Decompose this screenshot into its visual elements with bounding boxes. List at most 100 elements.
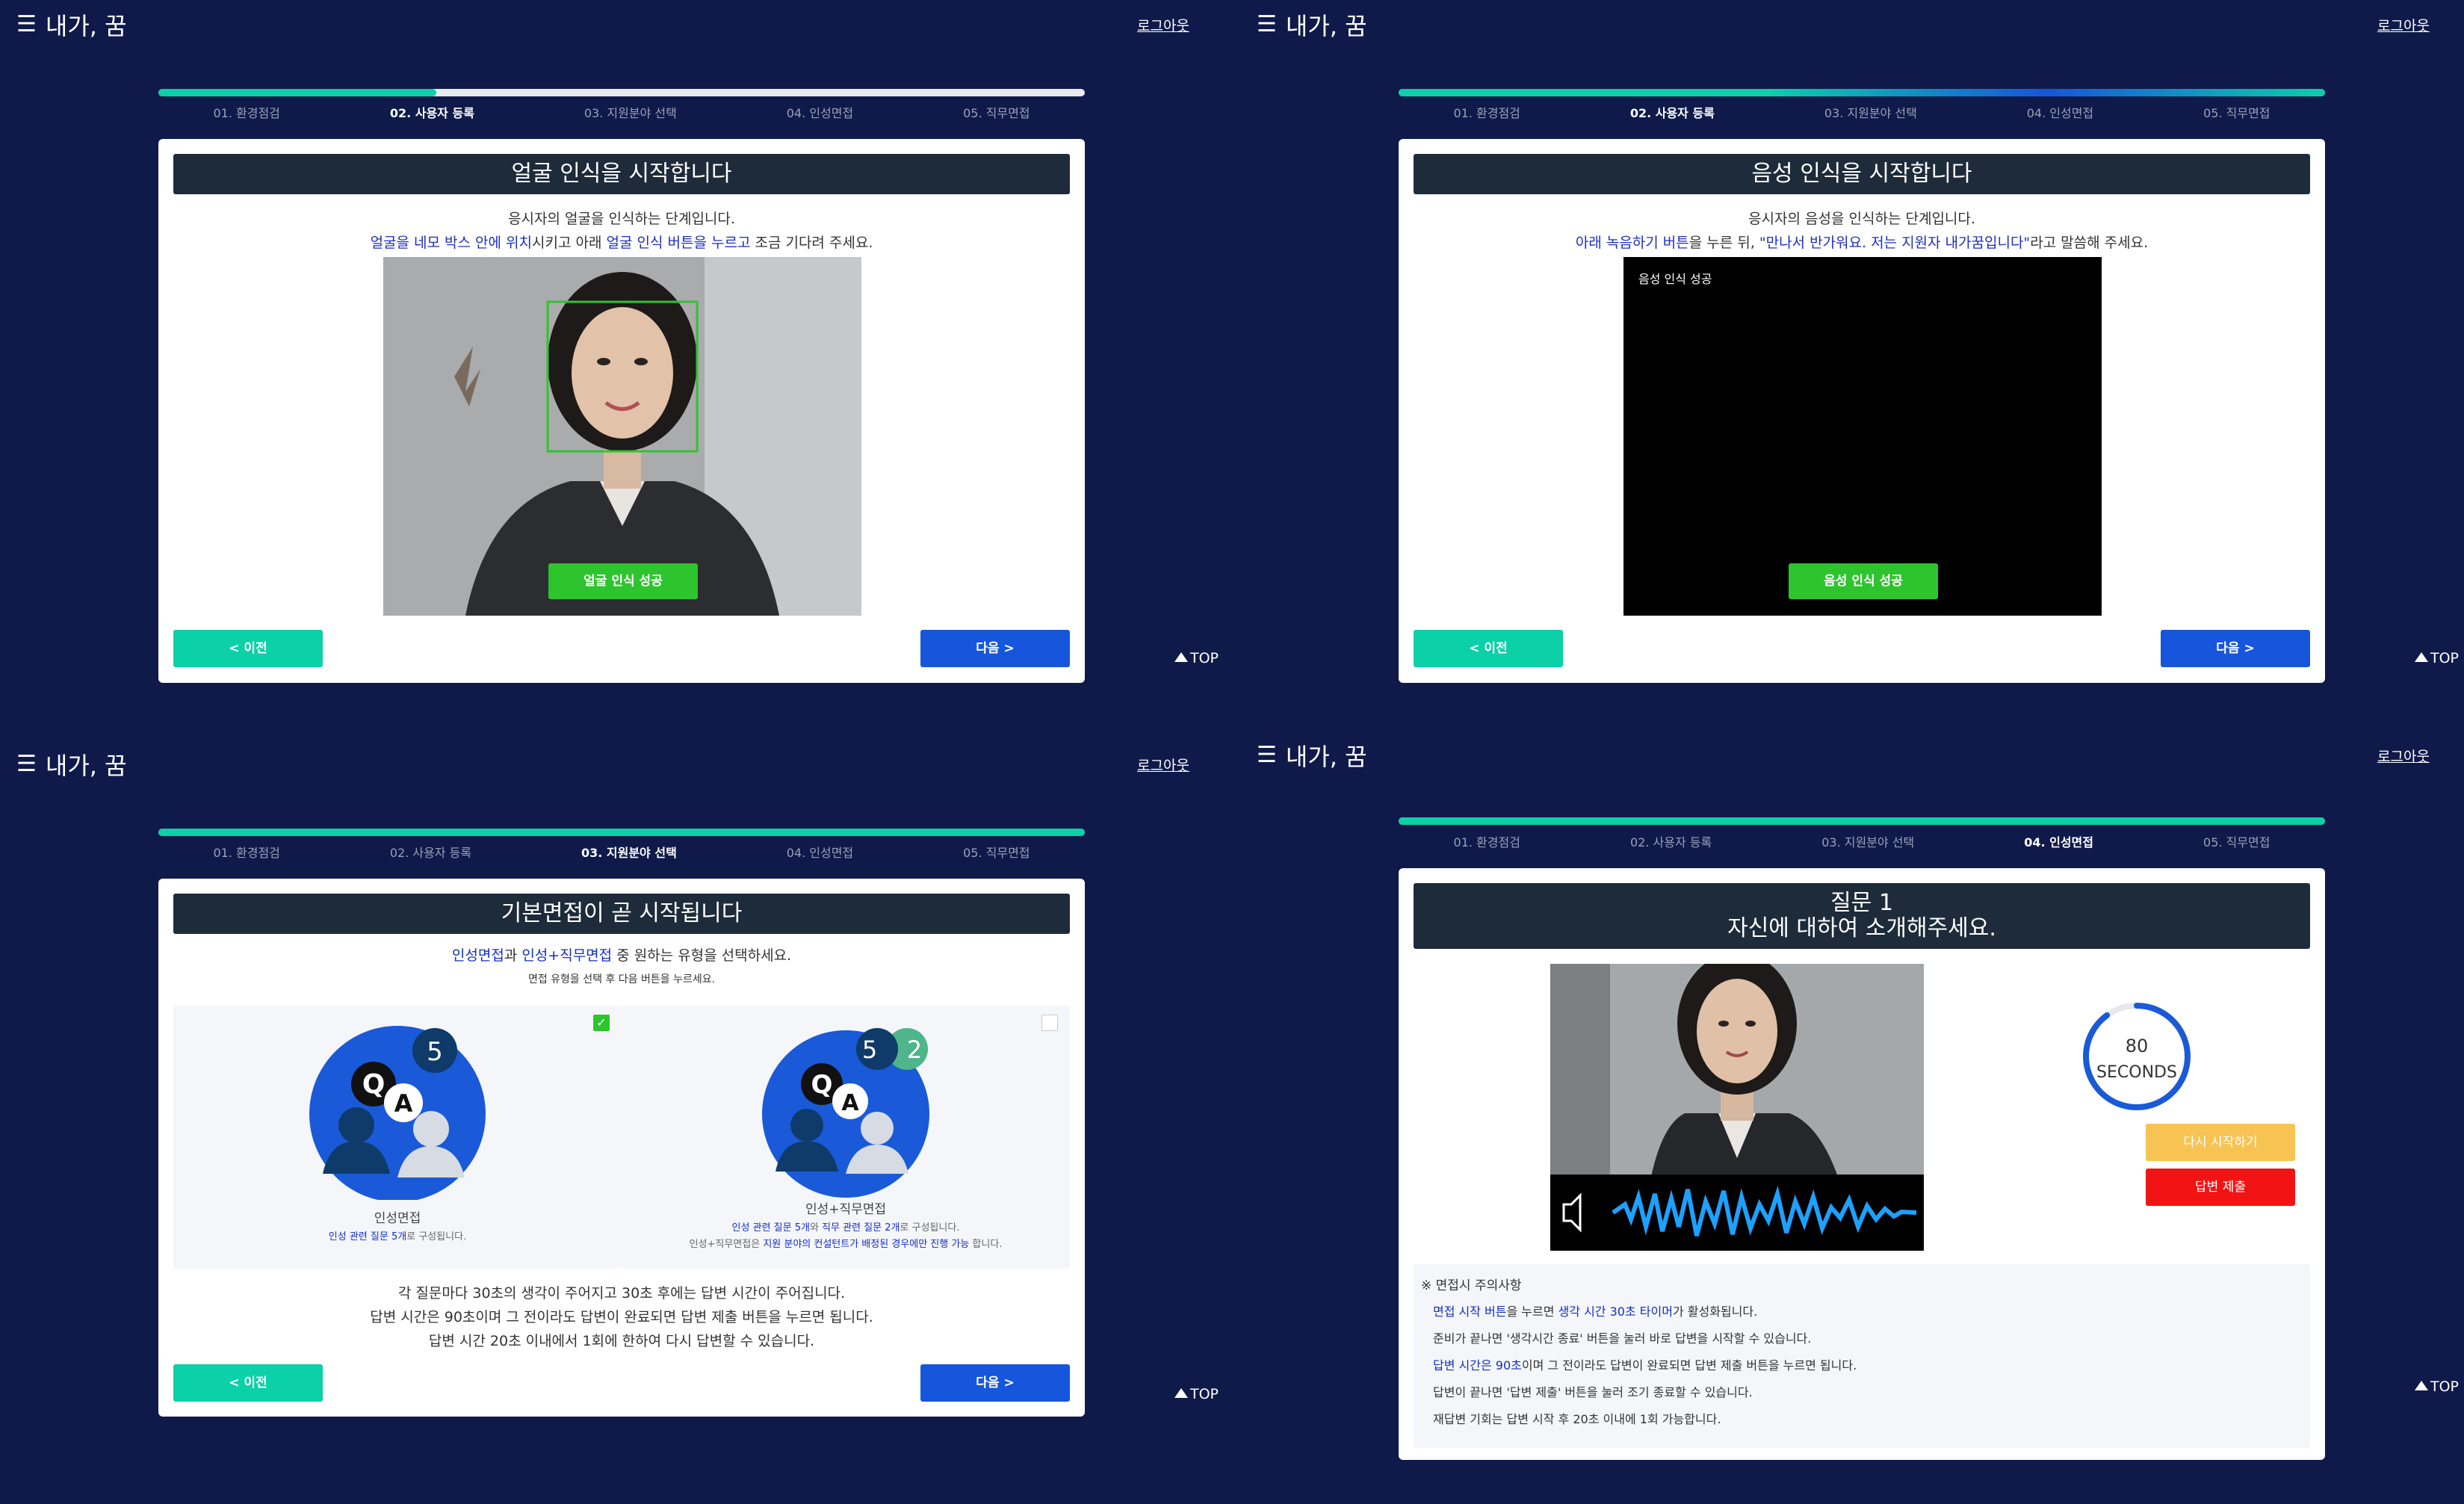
content-card: 음성 인식을 시작합니다 응시자의 음성을 인식하는 단계입니다. 아래 녹음하… <box>1399 139 2325 683</box>
scroll-top-button[interactable]: TOP <box>2415 1378 2459 1395</box>
type-1-label: 인성면접 <box>451 947 504 964</box>
question-header: 질문 1 자신에 대하여 소개해주세요. <box>1414 883 2310 949</box>
instr-text-2: 중 원하는 유형을 선택하세요. <box>612 947 792 964</box>
menu-icon[interactable]: ☰ <box>1257 13 1277 36</box>
top-label: TOP <box>2430 1378 2460 1395</box>
instr-text-2: 라고 말씀해 주세요. <box>2030 235 2149 251</box>
guide-line-2: 답변 시간은 90초이며 그 전이라도 답변이 완료되면 답변 제출 버튼을 누… <box>370 1309 873 1325</box>
step-3: 03. 지원분야 선택 <box>581 846 677 860</box>
step-5: 05. 직무면접 <box>963 846 1030 860</box>
logout-link[interactable]: 로그아웃 <box>1137 15 1189 35</box>
instr-highlight-1: 얼굴을 네모 박스 안에 위치 <box>370 235 533 251</box>
type-2-label: 인성+직무면접 <box>521 947 613 964</box>
step-list: 01. 환경점검 02. 사용자 등록 03. 지원분야 선택 04. 인성면접… <box>1399 103 2325 121</box>
brand[interactable]: ☰ 내가, 꿈 <box>16 747 127 782</box>
logout-link[interactable]: 로그아웃 <box>2377 15 2430 35</box>
step-3: 03. 지원분야 선택 <box>584 106 677 120</box>
menu-icon[interactable]: ☰ <box>1257 744 1277 767</box>
step-4: 04. 인성면접 <box>786 846 854 860</box>
brand[interactable]: ☰ 내가, 꿈 <box>16 7 127 42</box>
notice-highlight-3: 답변 시간은 90초 <box>1433 1358 1522 1373</box>
progress-bar <box>158 829 1085 836</box>
voice-recognition-screen: ☰ 내가, 꿈 로그아웃 01. 환경점검 02. 사용자 등록 03. 지원분야… <box>1240 0 2464 752</box>
notice-item-1: 면접 시작 버튼을 누르면 생각 시간 30초 타이머가 활성화됩니다. <box>1433 1302 1757 1319</box>
notice-highlight-1: 면접 시작 버튼 <box>1433 1305 1507 1319</box>
prev-button[interactable]: < 이전 <box>173 630 323 667</box>
notice-item-5: 재답변 기회는 답변 시작 후 20초 이내에 1회 가능합니다. <box>1433 1412 1721 1426</box>
next-button[interactable]: 다음 > <box>920 1364 1070 1402</box>
notice-item-4: 답변이 끝나면 '답변 제출' 버튼을 눌러 조기 종료할 수 있습니다. <box>1433 1385 1753 1399</box>
notice-text-1: 을 누르면 <box>1506 1305 1558 1319</box>
step-2: 02. 사용자 등록 <box>1629 106 1715 120</box>
face-recognition-button[interactable]: 얼굴 인식 성공 <box>548 563 698 599</box>
instr-highlight-2: 얼굴 인식 버튼을 누르고 <box>606 235 751 251</box>
content-card: 기본면접이 곧 시작됩니다 인성면접과 인성+직무면접 중 원하는 유형을 선택… <box>158 879 1085 1417</box>
guide-line-3: 답변 시간 20초 이내에서 1회에 한하여 다시 답변할 수 있습니다. <box>428 1333 815 1349</box>
notice-highlight-2: 생각 시간 30초 타이머 <box>1558 1305 1673 1319</box>
scroll-top-button[interactable]: TOP <box>2415 650 2459 666</box>
step-list: 01. 환경점검 02. 사용자 등록 03. 지원분야 선택 04. 인성면접… <box>158 103 1085 121</box>
instr-text-1: 과 <box>504 947 522 964</box>
top-label: TOP <box>1190 650 1219 666</box>
option-description-2: 인성+직무면접은 지원 분야의 컨설턴트가 배정된 경우에만 진행 가능 합니다… <box>622 1236 1070 1250</box>
svg-text:Q: Q <box>811 1070 833 1100</box>
arrow-up-icon <box>1174 1388 1188 1398</box>
scroll-top-button[interactable]: TOP <box>1174 1386 1219 1402</box>
option-desc-text-4: 합니다. <box>969 1239 1003 1250</box>
step-1: 01. 환경점검 <box>1453 106 1520 120</box>
instr-highlight-2: "만나서 반가워요. 저는 지원자 내가꿈입니다" <box>1759 235 2031 251</box>
instruction-line-2: 아래 녹음하기 버튼을 누른 뒤, "만나서 반가워요. 저는 지원자 내가꿈입… <box>1399 232 2325 252</box>
option-personality[interactable]: ✓ 5 Q A 인성면접 인성 관련 질문 5개로 구성됩니다. <box>173 1006 622 1269</box>
instr-text-2: 조금 기다려 주세요. <box>750 235 873 251</box>
prev-button[interactable]: < 이전 <box>173 1364 323 1402</box>
notice-item-2: 준비가 끝나면 '생각시간 종료' 버튼을 눌러 바로 답변을 시작할 수 있습… <box>1433 1331 1812 1346</box>
next-button[interactable]: 다음 > <box>920 630 1070 667</box>
content-card: 얼굴 인식을 시작합니다 응시자의 얼굴을 인식하는 단계입니다. 얼굴을 네모… <box>158 139 1085 683</box>
checkbox-personality[interactable]: ✓ <box>593 1015 610 1031</box>
step-1: 01. 환경점검 <box>1453 835 1520 850</box>
restart-button[interactable]: 다시 시작하기 <box>2146 1124 2295 1161</box>
person-illustration <box>383 257 861 616</box>
scroll-top-button[interactable]: TOP <box>1174 650 1219 666</box>
guide-line-1: 각 질문마다 30초의 생각이 주어지고 30초 후에는 답변 시간이 주어집니… <box>397 1285 846 1302</box>
step-2: 02. 사용자 등록 <box>389 106 474 120</box>
option-desc-text-3: 인성+직무면접은 <box>689 1239 764 1250</box>
svg-text:Q: Q <box>362 1069 386 1100</box>
instr-text-1: 시키고 아래 <box>532 235 607 251</box>
menu-icon[interactable]: ☰ <box>16 13 37 36</box>
notice-box: ※ 면접시 주의사항 면접 시작 버튼을 누르면 생각 시간 30초 타이머가 … <box>1414 1264 2310 1448</box>
option-personality-job[interactable]: 5 2 Q A 인성+직무면접 인성 관련 질문 5개와 직무 관련 질문 2개… <box>622 1006 1070 1269</box>
prev-button[interactable]: < 이전 <box>1414 630 1563 667</box>
brand[interactable]: ☰ 내가, 꿈 <box>1257 740 1367 773</box>
voice-recognition-button[interactable]: 음성 인식 성공 <box>1789 563 1938 599</box>
submit-answer-button[interactable]: 답변 제출 <box>2146 1169 2295 1206</box>
qa-icon: 5 Q A <box>309 1026 486 1200</box>
page-title: 음성 인식을 시작합니다 <box>1414 154 2310 194</box>
progress-bar <box>1399 89 2325 96</box>
logout-link[interactable]: 로그아웃 <box>1137 755 1189 775</box>
audio-waveform <box>1562 1185 1917 1237</box>
instruction-line-1: 응시자의 음성을 인식하는 단계입니다. <box>1748 211 1975 227</box>
audio-panel: 음성 인식 성공 <box>1623 257 2102 616</box>
option-highlight-2: 직무 관련 질문 2개 <box>822 1222 900 1234</box>
timer-value: 80 <box>2126 1036 2149 1056</box>
instr-highlight-1: 아래 녹음하기 버튼 <box>1575 235 1689 251</box>
step-5: 05. 직무면접 <box>2203 106 2270 120</box>
step-4: 04. 인성면접 <box>2026 106 2094 120</box>
personality-count: 5 <box>862 1036 877 1064</box>
logout-link[interactable]: 로그아웃 <box>2377 746 2430 766</box>
option-highlight-3: 지원 분야의 컨설턴트가 배정된 경우에만 진행 가능 <box>763 1239 970 1250</box>
qa-icon-2: 5 2 Q A <box>762 1028 929 1198</box>
next-button[interactable]: 다음 > <box>2161 630 2310 667</box>
instruction-line-1: 인성면접과 인성+직무면접 중 원하는 유형을 선택하세요. <box>158 944 1085 965</box>
option-desc-text-1: 와 <box>809 1222 823 1234</box>
option-highlight-1: 인성 관련 질문 5개 <box>731 1222 810 1234</box>
interview-select-screen: ☰ 내가, 꿈 로그아웃 01. 환경점검 02. 사용자 등록 03. 지원분야… <box>0 740 1232 1491</box>
progress-bar <box>158 89 1085 96</box>
checkbox-personality-job[interactable] <box>1041 1015 1058 1031</box>
menu-icon[interactable]: ☰ <box>16 753 37 776</box>
instruction-line-2: 면접 유형을 선택 후 다음 버튼을 누르세요. <box>527 974 716 985</box>
brand[interactable]: ☰ 내가, 꿈 <box>1257 7 1367 42</box>
option-highlight: 인성 관련 질문 5개 <box>328 1231 407 1242</box>
option-description: 인성 관련 질문 5개로 구성됩니다. <box>173 1228 622 1242</box>
